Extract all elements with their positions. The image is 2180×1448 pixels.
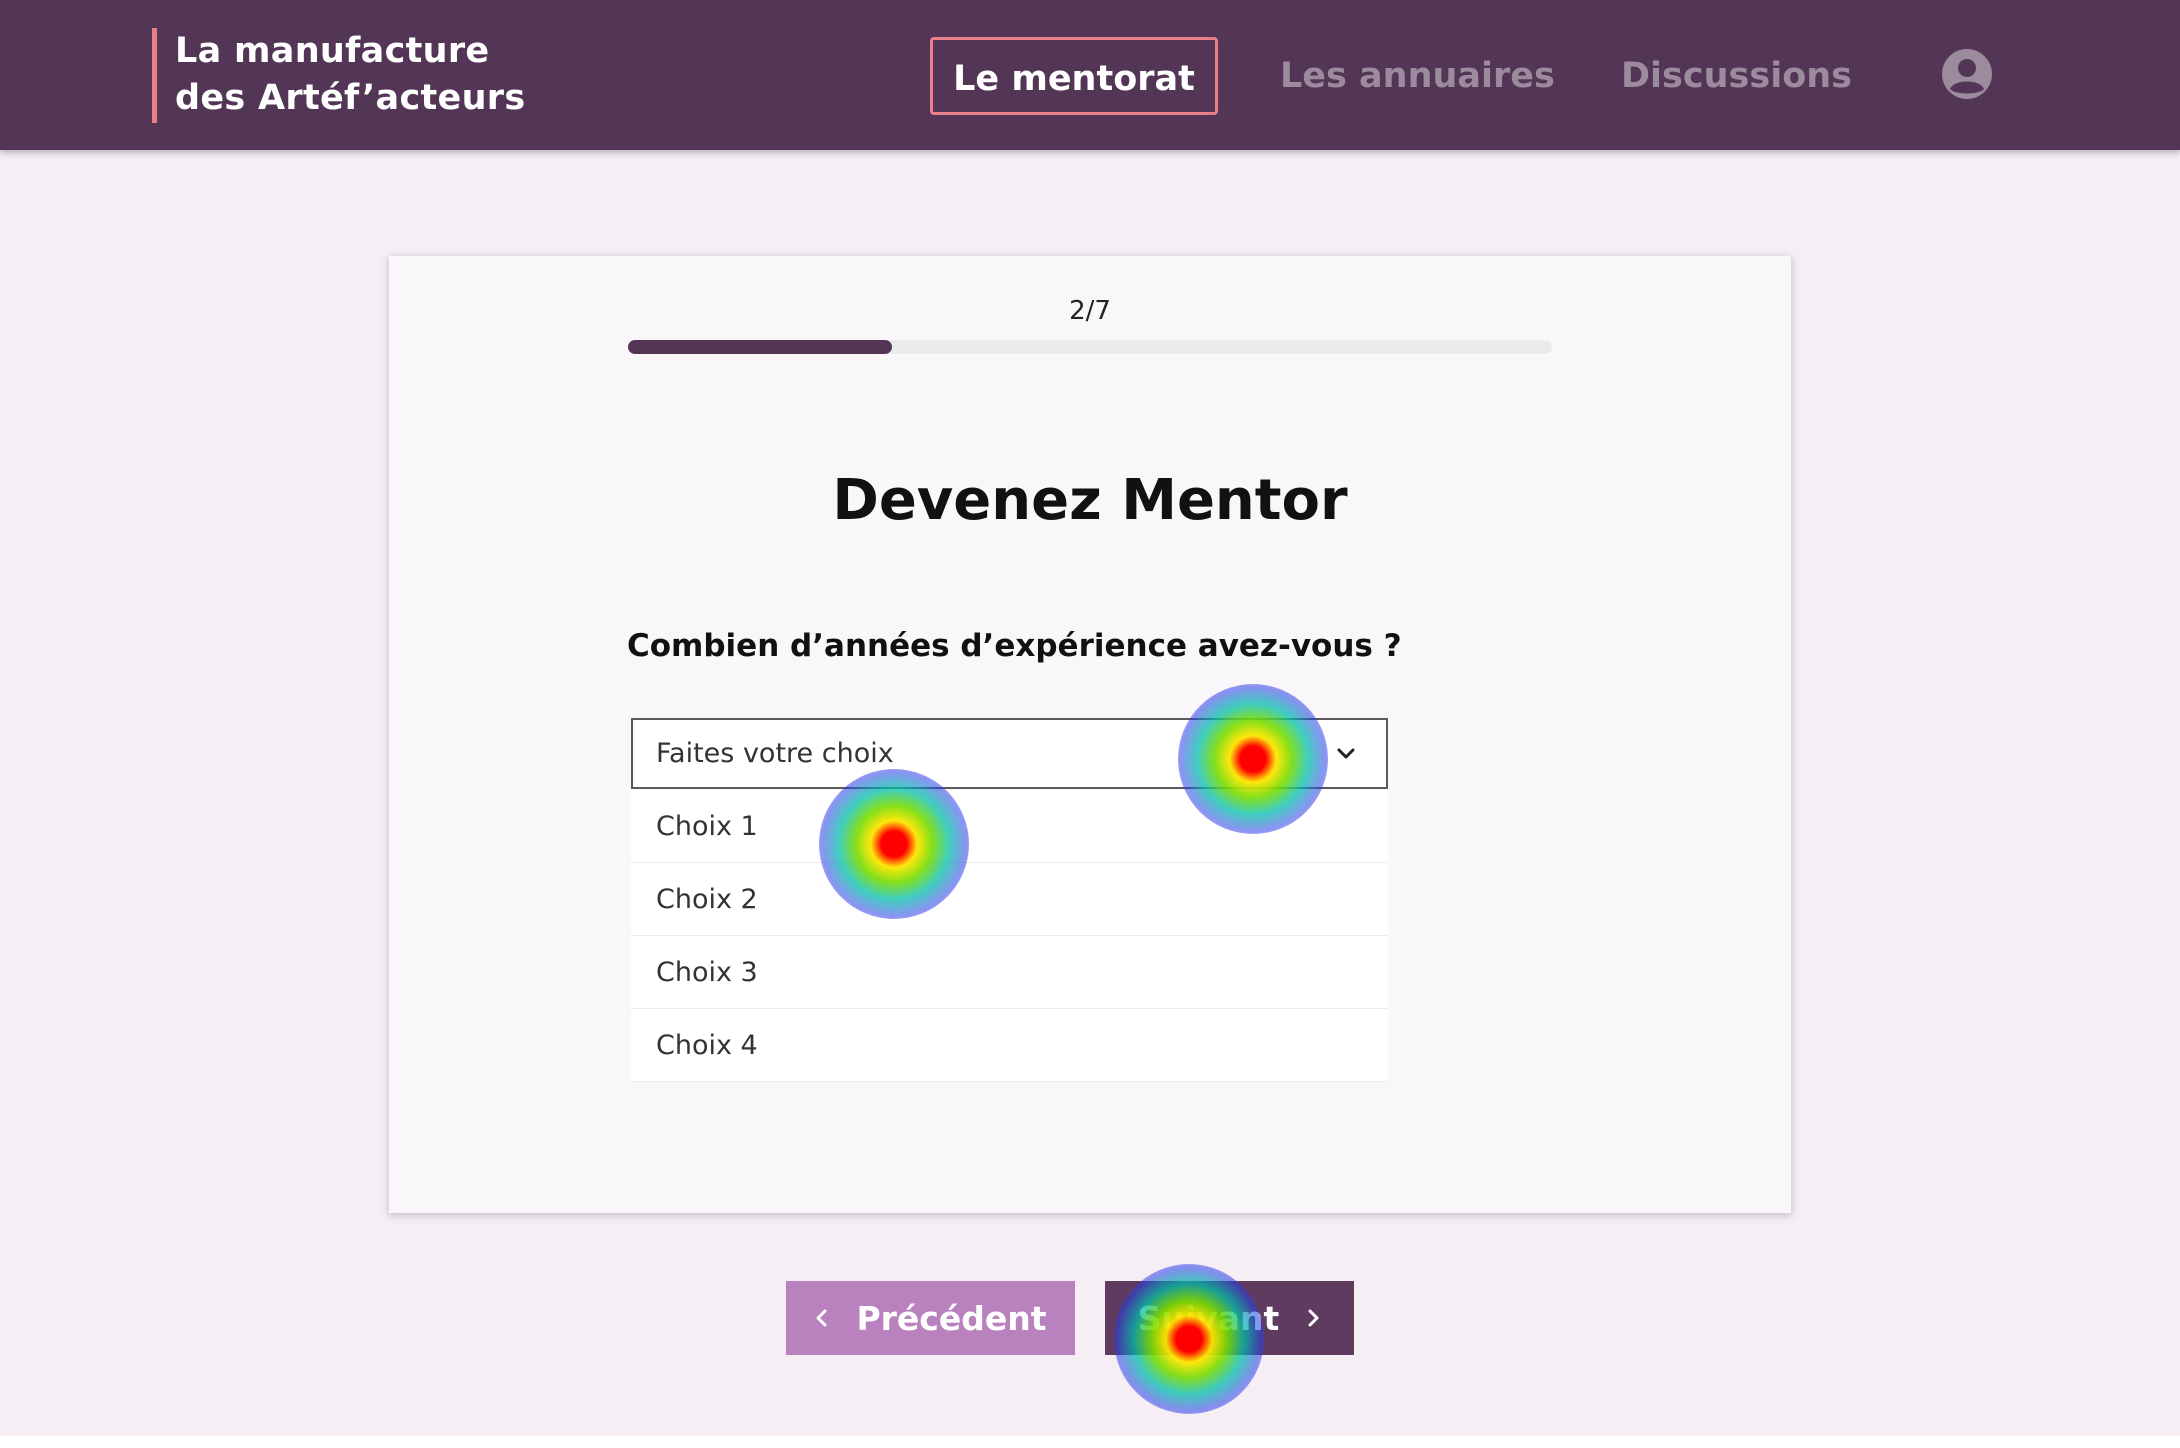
nav-annuaires[interactable]: Les annuaires — [1280, 37, 1555, 115]
previous-button[interactable]: Précédent — [786, 1281, 1075, 1355]
next-button[interactable]: Suivant — [1105, 1281, 1354, 1355]
page-title: Devenez Mentor — [832, 468, 1348, 533]
chevron-down-icon — [1337, 748, 1355, 759]
nav-discussions[interactable]: Discussions — [1621, 37, 1852, 115]
experience-select[interactable]: Faites votre choix — [631, 718, 1388, 789]
previous-button-label: Précédent — [856, 1298, 1047, 1338]
top-navbar: La manufacture des Artéf’acteurs Le ment… — [0, 0, 2180, 150]
brand-line-1: La manufacture — [175, 31, 490, 71]
chevron-right-icon — [1308, 1309, 1319, 1327]
step-indicator: 2/7 — [1069, 296, 1111, 326]
dropdown-options: Choix 1 Choix 2 Choix 3 Choix 4 — [631, 790, 1388, 1082]
brand-logo[interactable]: La manufacture des Artéf’acteurs — [152, 28, 526, 123]
brand-line-2: des Artéf’acteurs — [175, 78, 526, 118]
chevron-left-icon — [816, 1309, 827, 1327]
dropdown-option[interactable]: Choix 3 — [631, 936, 1388, 1009]
form-card: 2/7 Devenez Mentor Combien d’années d’ex… — [389, 256, 1791, 1213]
select-placeholder: Faites votre choix — [656, 738, 894, 769]
nav-mentorat[interactable]: Le mentorat — [930, 37, 1218, 115]
dropdown-option[interactable]: Choix 4 — [631, 1009, 1388, 1082]
footer-strip — [0, 1436, 2180, 1448]
progress-bar — [628, 340, 1552, 354]
dropdown-option[interactable]: Choix 2 — [631, 863, 1388, 936]
question-label: Combien d’années d’expérience avez-vous … — [627, 628, 1402, 664]
user-circle-icon[interactable] — [1941, 48, 1993, 100]
dropdown-option[interactable]: Choix 1 — [631, 790, 1388, 863]
progress-bar-fill — [628, 340, 893, 354]
next-button-label: Suivant — [1137, 1298, 1280, 1338]
